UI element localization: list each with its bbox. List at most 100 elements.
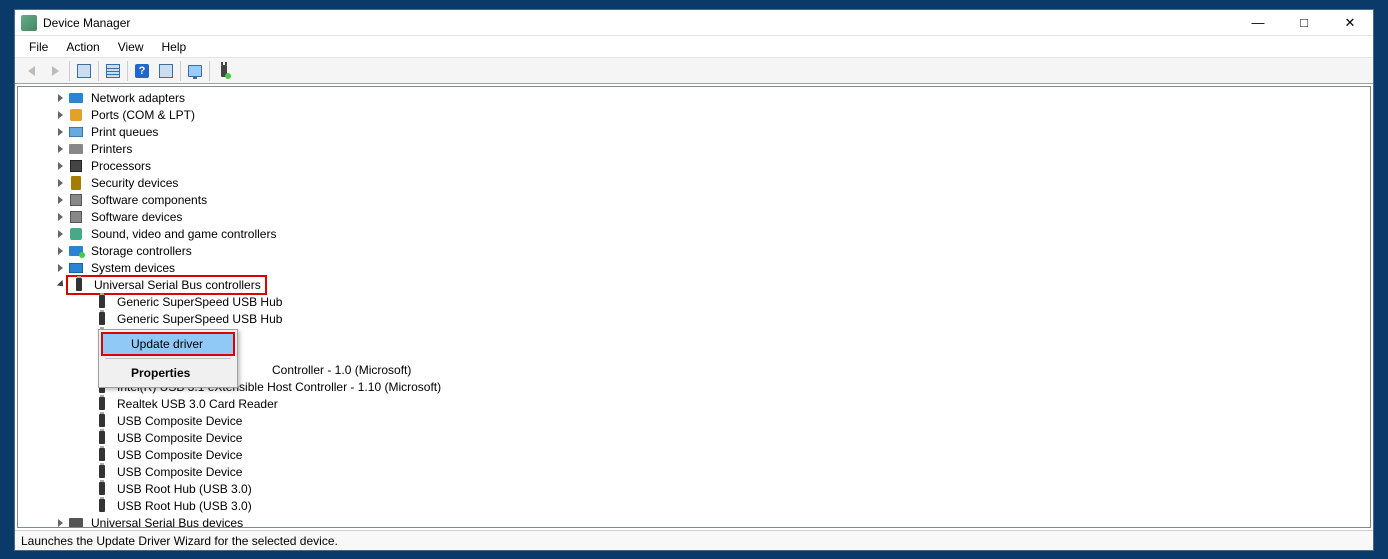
usb-device-item[interactable]: USB Composite Device — [18, 412, 1370, 429]
titlebar: Device Manager ― □ ✕ — [15, 10, 1373, 36]
category-item[interactable]: Security devices — [18, 174, 1370, 191]
properties-icon — [106, 64, 120, 78]
soft-icon — [68, 209, 84, 225]
usb-device-item[interactable]: Generic SuperSpeed USB Hub — [18, 293, 1370, 310]
usb-icon — [94, 430, 110, 446]
category-item[interactable]: Print queues — [18, 123, 1370, 140]
maximize-button[interactable]: □ — [1281, 10, 1327, 36]
context-update-driver[interactable]: Update driver — [101, 332, 235, 356]
toolbar-separator — [69, 61, 70, 81]
help-button[interactable]: ? — [130, 60, 154, 82]
tree-item-label: Ports (COM & LPT) — [88, 107, 198, 123]
expander-icon[interactable] — [54, 262, 66, 274]
category-item[interactable]: Software components — [18, 191, 1370, 208]
tree-item-label: Software devices — [88, 209, 185, 225]
sound-icon — [68, 226, 84, 242]
category-usb-controllers[interactable]: Universal Serial Bus controllers — [18, 276, 1370, 293]
expander-icon[interactable] — [54, 160, 66, 172]
tree-item-label: USB Composite Device — [114, 413, 245, 429]
usb-device-item[interactable]: USB Composite Device — [18, 463, 1370, 480]
minimize-button[interactable]: ― — [1235, 10, 1281, 36]
window-controls: ― □ ✕ — [1235, 10, 1373, 36]
usb-device-item[interactable]: Realtek USB 3.0 Card Reader — [18, 395, 1370, 412]
expander-icon[interactable] — [54, 211, 66, 223]
add-legacy-hardware-button[interactable] — [212, 60, 236, 82]
context-menu: Update driver Properties — [98, 329, 238, 388]
usb-icon — [94, 481, 110, 497]
menu-action[interactable]: Action — [58, 38, 107, 56]
sec-icon — [68, 175, 84, 191]
toolbar-separator — [127, 61, 128, 81]
expander-icon[interactable] — [54, 245, 66, 257]
storage-icon — [68, 243, 84, 259]
usb-icon — [71, 277, 87, 293]
toolbar: ? — [15, 58, 1373, 84]
category-item[interactable]: Processors — [18, 157, 1370, 174]
tree-item-label: Sound, video and game controllers — [88, 226, 279, 242]
app-icon — [21, 15, 37, 31]
menu-view[interactable]: View — [110, 38, 152, 56]
soft-icon — [68, 192, 84, 208]
usb-icon — [94, 311, 110, 327]
usb-device-item[interactable]: USB Root Hub (USB 3.0) — [18, 497, 1370, 514]
tree-item-label: Universal Serial Bus devices — [88, 515, 246, 528]
device-tree[interactable]: Network adaptersPorts (COM & LPT)Print q… — [18, 87, 1370, 527]
properties-button[interactable] — [101, 60, 125, 82]
usb-device-item[interactable]: USB Composite Device — [18, 446, 1370, 463]
show-hide-tree-button[interactable] — [72, 60, 96, 82]
nav-back-button[interactable] — [19, 60, 43, 82]
usb-device-item[interactable]: USB Root Hub (USB 3.0) — [18, 480, 1370, 497]
category-item[interactable]: Printers — [18, 140, 1370, 157]
category-item[interactable]: Network adapters — [18, 89, 1370, 106]
sys-icon — [68, 260, 84, 276]
category-item[interactable]: Storage controllers — [18, 242, 1370, 259]
plug-add-icon — [221, 65, 227, 77]
content-area: Network adaptersPorts (COM & LPT)Print q… — [17, 86, 1371, 528]
action-button[interactable] — [154, 60, 178, 82]
scan-hardware-button[interactable] — [183, 60, 207, 82]
menu-file[interactable]: File — [21, 38, 56, 56]
category-item[interactable]: Sound, video and game controllers — [18, 225, 1370, 242]
tree-item-label: Software components — [88, 192, 210, 208]
expander-icon[interactable] — [54, 92, 66, 104]
device-manager-window: Device Manager ― □ ✕ File Action View He… — [14, 9, 1374, 551]
arrow-left-icon — [28, 66, 35, 76]
expander-icon[interactable] — [54, 143, 66, 155]
tree-item-label: Generic SuperSpeed USB Hub — [114, 294, 285, 310]
tree-item-label: Realtek USB 3.0 Card Reader — [114, 396, 281, 412]
category-item[interactable]: Universal Serial Bus devices — [18, 514, 1370, 527]
net-icon — [68, 90, 84, 106]
category-item[interactable]: Ports (COM & LPT) — [18, 106, 1370, 123]
expander-icon[interactable] — [54, 228, 66, 240]
expander-icon[interactable] — [54, 177, 66, 189]
toolbar-separator — [209, 61, 210, 81]
expander-icon[interactable] — [54, 109, 66, 121]
usb-device-item[interactable]: USB Composite Device — [18, 429, 1370, 446]
usb-device-item[interactable]: Generic SuperSpeed USB Hub — [18, 310, 1370, 327]
expander-icon[interactable] — [54, 517, 66, 528]
tree-item-label: USB Composite Device — [114, 447, 245, 463]
usb-icon — [94, 464, 110, 480]
help-icon: ? — [135, 64, 149, 78]
usb-icon — [94, 413, 110, 429]
category-item[interactable]: System devices — [18, 259, 1370, 276]
cpu-icon — [68, 158, 84, 174]
window-title: Device Manager — [43, 16, 130, 30]
statusbar: Launches the Update Driver Wizard for th… — [15, 530, 1373, 550]
nav-forward-button[interactable] — [43, 60, 67, 82]
close-button[interactable]: ✕ — [1327, 10, 1373, 36]
expander-icon[interactable] — [54, 126, 66, 138]
tree-item-label: Generic SuperSpeed USB Hub — [114, 311, 285, 327]
status-text: Launches the Update Driver Wizard for th… — [21, 534, 338, 548]
tree-icon — [77, 64, 91, 78]
menu-help[interactable]: Help — [154, 38, 195, 56]
expander-icon[interactable] — [54, 279, 66, 291]
tree-item-label: Processors — [88, 158, 154, 174]
category-item[interactable]: Software devices — [18, 208, 1370, 225]
monitor-icon — [188, 65, 202, 77]
expander-icon[interactable] — [54, 194, 66, 206]
tree-item-label: Network adapters — [88, 90, 188, 106]
context-properties[interactable]: Properties — [101, 361, 235, 385]
tree-item-label: Storage controllers — [88, 243, 195, 259]
tree-item-label: USB Composite Device — [114, 430, 245, 446]
